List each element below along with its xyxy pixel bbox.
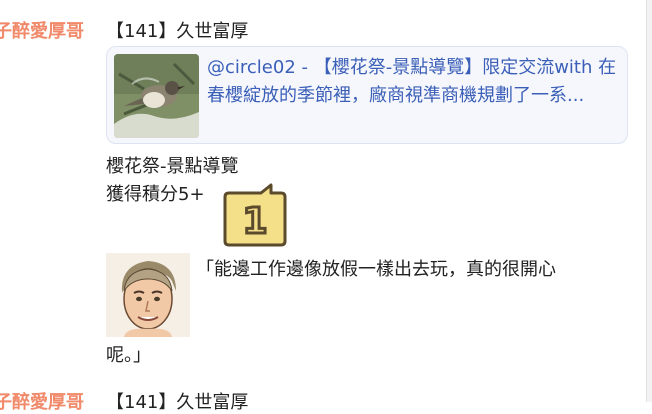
post-title: 【141】久世富厚 xyxy=(106,392,249,413)
link-preview-text[interactable]: @circle02 - 【櫻花祭-景點導覽】限定交流with 在春櫻綻放的季節裡… xyxy=(207,54,627,110)
post-body-line: 櫻花祭-景點導覽 xyxy=(106,156,239,177)
number-badge: 1 xyxy=(219,181,289,251)
scrollbar[interactable] xyxy=(646,0,652,402)
link-thumbnail[interactable] xyxy=(114,54,199,138)
quote-text: 「能邊工作邊像放假一樣出去玩，真的很開心 xyxy=(196,259,556,280)
post-author[interactable]: 子醉愛厚哥 xyxy=(0,388,84,414)
bird-photo-icon xyxy=(114,54,199,138)
badge-number: 1 xyxy=(242,201,267,242)
post-author[interactable]: 子醉愛厚哥 xyxy=(0,17,84,43)
link-preview-card[interactable]: @circle02 - 【櫻花祭-景點導覽】限定交流with 在春櫻綻放的季節裡… xyxy=(106,46,628,144)
post-title: 【141】久世富厚 xyxy=(106,21,249,42)
avatar xyxy=(106,253,190,337)
quote-text-end: 呢。」 xyxy=(106,345,151,366)
